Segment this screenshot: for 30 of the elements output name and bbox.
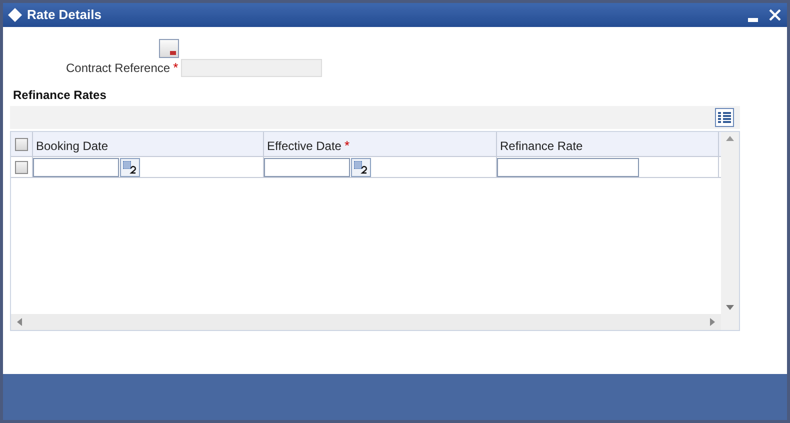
lookup-button[interactable] [159, 39, 179, 58]
required-mark: * [173, 58, 178, 77]
required-mark: * [344, 136, 350, 155]
minimize-icon [748, 18, 758, 22]
column-header: Effective Date [267, 138, 342, 154]
section-title: Refinance Rates [13, 87, 108, 104]
list-icon [718, 112, 731, 123]
calendar-icon [122, 160, 138, 174]
columns-button[interactable] [715, 108, 734, 127]
column-header: Refinance Rate [500, 138, 583, 154]
window-title: Rate Details [27, 6, 102, 24]
close-button[interactable] [768, 8, 782, 22]
calendar-icon [353, 160, 369, 174]
rate-field[interactable] [497, 158, 639, 176]
checkbox[interactable] [15, 138, 28, 150]
contract-reference-field[interactable] [181, 58, 322, 76]
diamond-icon [8, 8, 22, 22]
scroll-up-icon[interactable] [726, 136, 734, 141]
close-icon [769, 9, 781, 21]
calendar-button[interactable] [120, 158, 140, 176]
field-label: Contract Reference [66, 60, 170, 76]
date-field[interactable] [264, 158, 350, 176]
date-field[interactable] [33, 158, 119, 176]
scroll-left-icon[interactable] [17, 318, 22, 326]
scroll-down-icon[interactable] [726, 305, 734, 310]
scroll-right-icon[interactable] [710, 318, 715, 326]
lookup-icon [170, 51, 176, 55]
column-header: Booking Date [36, 138, 108, 154]
checkbox[interactable] [15, 160, 28, 174]
calendar-button[interactable] [351, 158, 371, 176]
